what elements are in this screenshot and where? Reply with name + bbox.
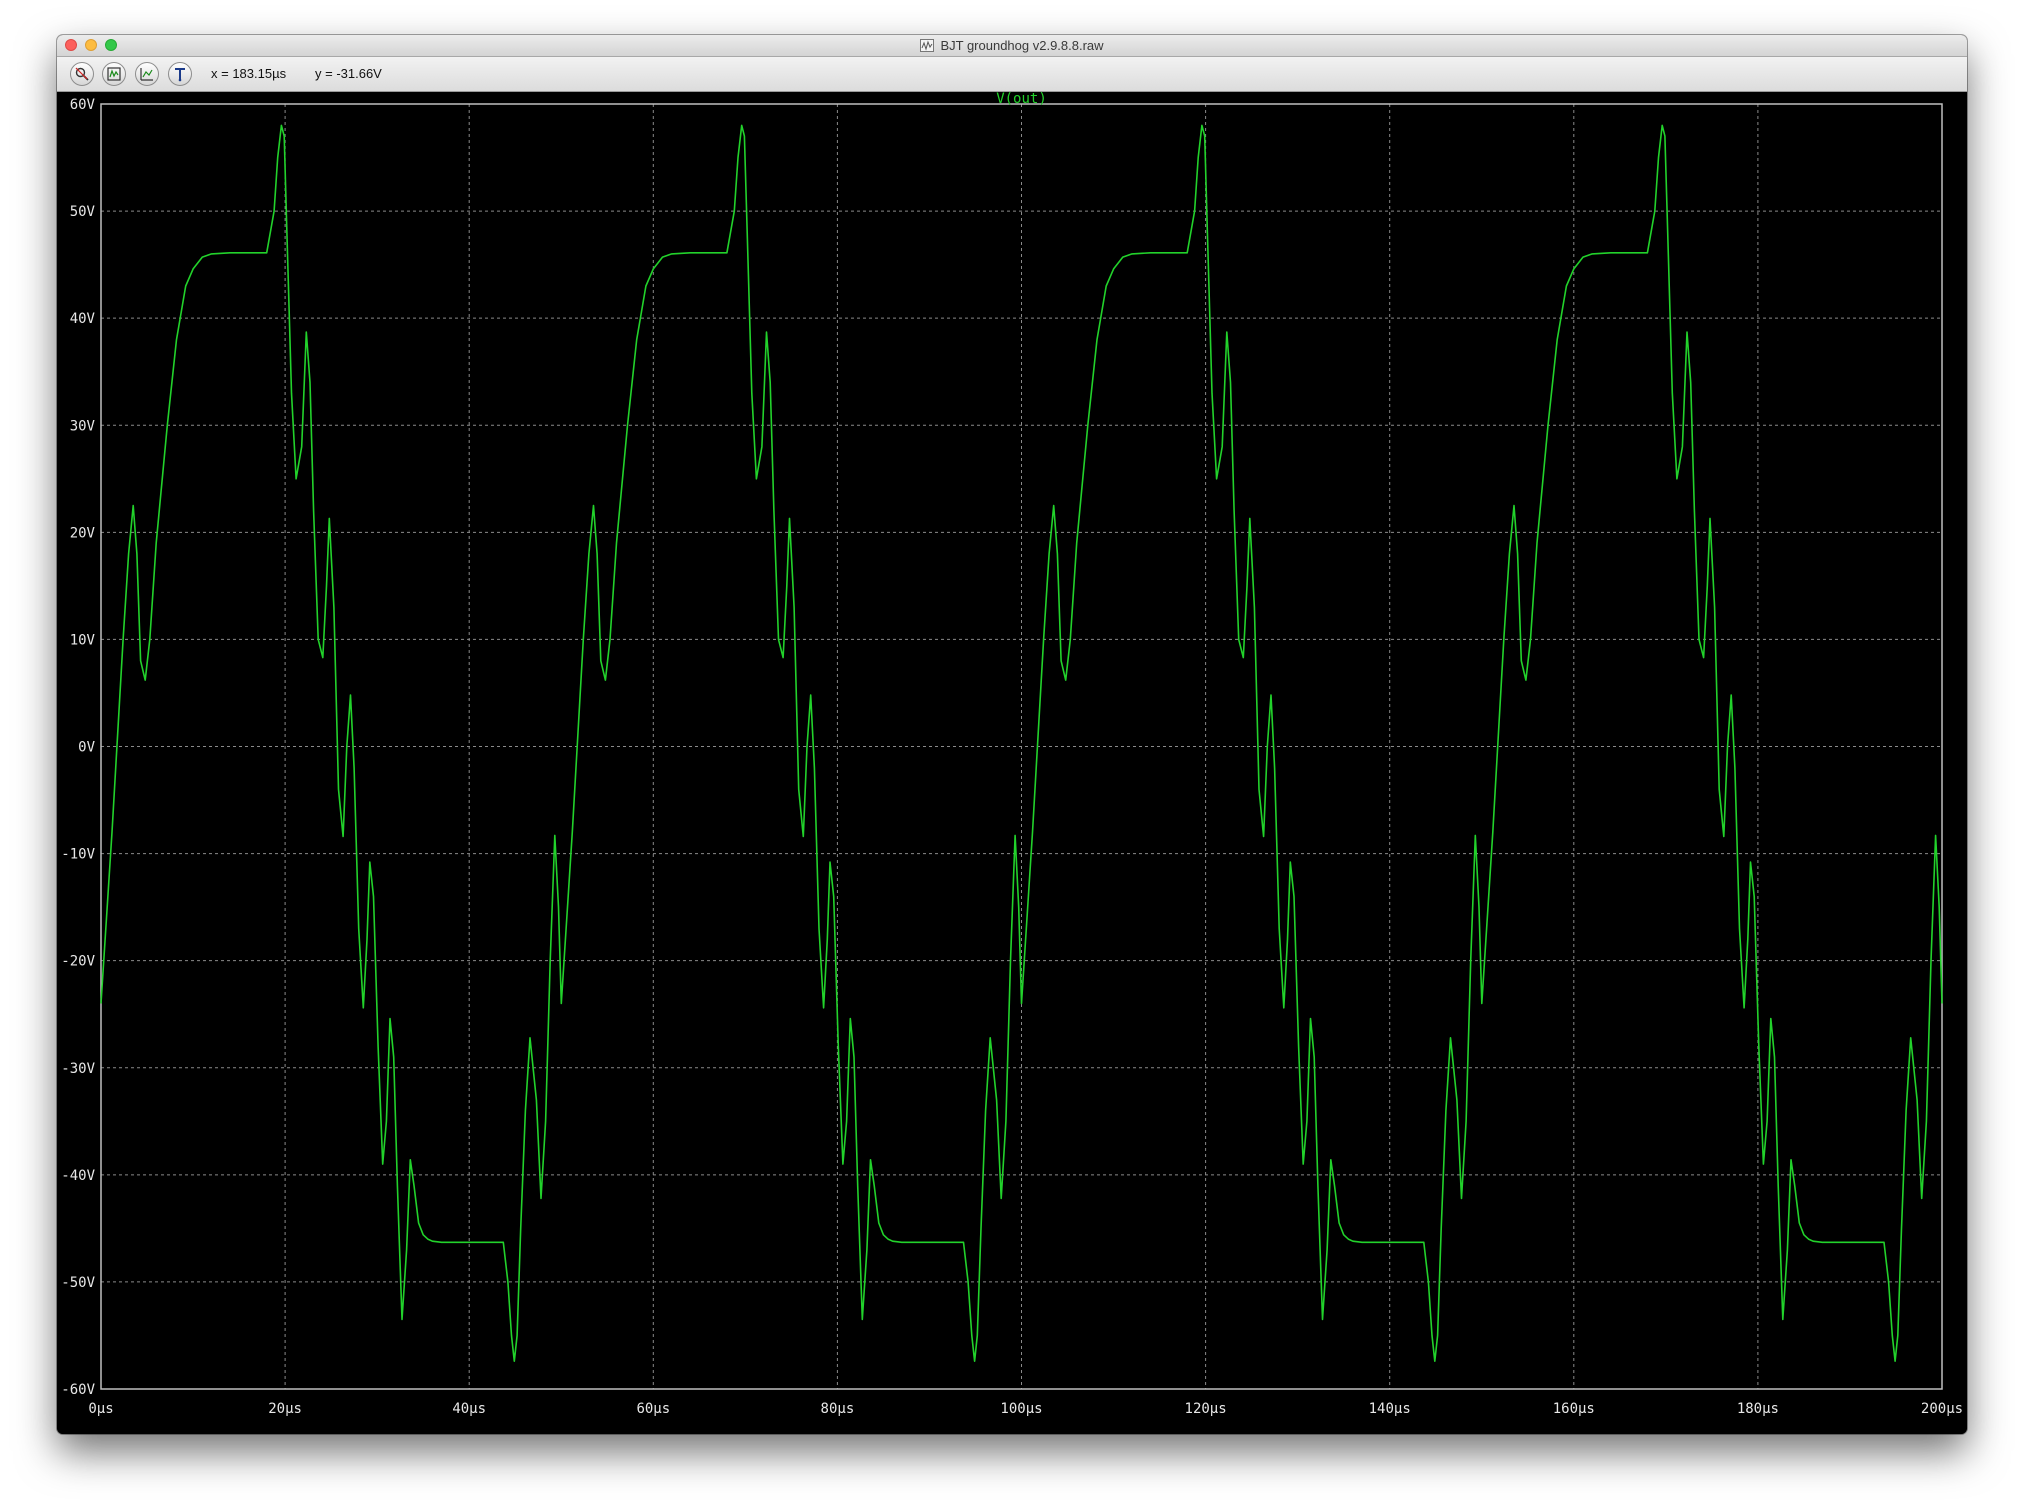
toolbar: x = 183.15µs y = -31.66V bbox=[57, 57, 1967, 92]
y-tick-label: -10V bbox=[61, 847, 95, 863]
probe-icon bbox=[175, 68, 185, 82]
cursor-button[interactable] bbox=[135, 62, 159, 86]
probe-button[interactable] bbox=[168, 62, 192, 86]
x-tick-label: 80µs bbox=[821, 1401, 855, 1417]
x-tick-label: 120µs bbox=[1185, 1401, 1227, 1417]
x-tick-label: 20µs bbox=[268, 1401, 302, 1417]
y-tick-label: -20V bbox=[61, 954, 95, 970]
trace-title: V(out) bbox=[996, 92, 1047, 107]
magnifier-cross-icon bbox=[75, 67, 89, 81]
y-tick-label: 20V bbox=[70, 525, 96, 541]
waveform-document-icon bbox=[920, 39, 935, 52]
cursor-x-readout: x = 183.15µs bbox=[211, 66, 287, 81]
y-tick-label: 60V bbox=[70, 97, 96, 113]
y-tick-label: 0V bbox=[78, 740, 95, 756]
y-tick-label: 10V bbox=[70, 632, 96, 648]
window-title: BJT groundhog v2.9.8.8.raw bbox=[940, 38, 1104, 53]
zoom-tool-button[interactable] bbox=[70, 62, 94, 86]
plot-area[interactable]: 0µs 20µs 40µs 60µs 80µs 100µs 120µs 140µs 160µs 1… bbox=[57, 92, 1967, 1434]
y-tick-label: -50V bbox=[61, 1275, 95, 1291]
y-tick-label: 40V bbox=[70, 311, 96, 327]
y-tick-label: 50V bbox=[70, 204, 96, 220]
x-tick-label: 140µs bbox=[1369, 1401, 1411, 1417]
cursor-y-readout: y = -31.66V bbox=[315, 66, 382, 81]
x-tick-label: 160µs bbox=[1553, 1401, 1595, 1417]
y-tick-label: -30V bbox=[61, 1061, 95, 1077]
waveform-plot[interactable]: 0µs 20µs 40µs 60µs 80µs 100µs 120µs 140µs 160µs 1… bbox=[57, 92, 1967, 1434]
y-tick-label: -60V bbox=[61, 1382, 95, 1398]
y-tick-label: 30V bbox=[70, 418, 96, 434]
autorange-icon bbox=[107, 67, 121, 81]
x-tick-label: 200µs bbox=[1921, 1401, 1963, 1417]
x-tick-label: 100µs bbox=[1000, 1401, 1042, 1417]
autorange-button[interactable] bbox=[102, 62, 126, 86]
x-tick-label: 180µs bbox=[1737, 1401, 1779, 1417]
waveform-window: BJT groundhog v2.9.8.8.raw x = 183.15µs … bbox=[57, 35, 1967, 1434]
y-tick-label: -40V bbox=[61, 1168, 95, 1184]
x-tick-label: 40µs bbox=[452, 1401, 486, 1417]
x-tick-label: 0µs bbox=[88, 1401, 113, 1417]
cursor-icon bbox=[140, 68, 153, 81]
x-tick-label: 60µs bbox=[636, 1401, 670, 1417]
title-bar[interactable]: BJT groundhog v2.9.8.8.raw bbox=[57, 35, 1967, 57]
